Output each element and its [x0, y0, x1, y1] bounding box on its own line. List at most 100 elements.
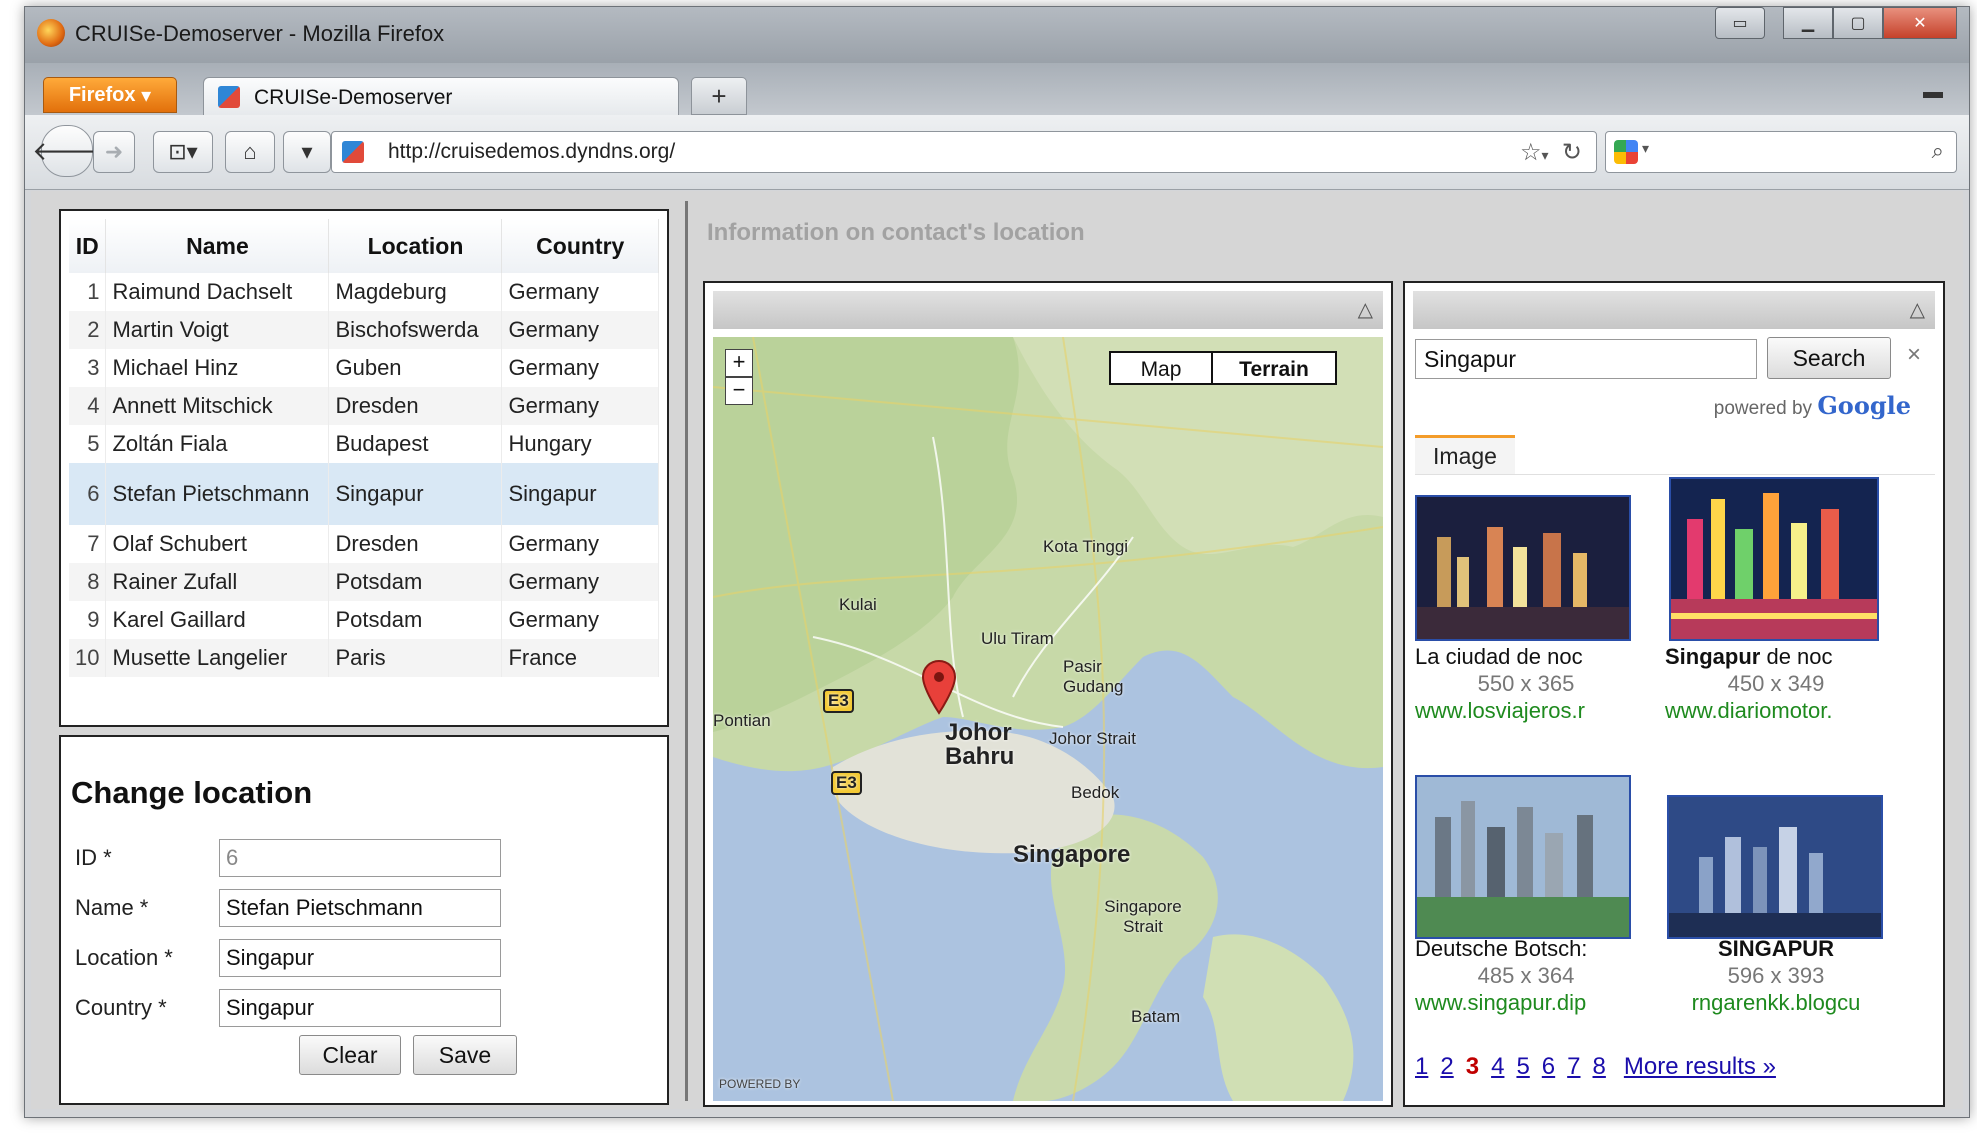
country-field[interactable]	[219, 989, 501, 1027]
table-row[interactable]: 4 Annett Mitschick Dresden Germany	[69, 387, 659, 425]
tab-image[interactable]: Image	[1415, 435, 1515, 474]
map-label-batam: Batam	[1131, 1007, 1181, 1026]
location-marker-icon[interactable]	[919, 659, 959, 715]
map-label-pontian: Pontian	[713, 711, 771, 730]
collapse-triangle-icon[interactable]: △	[1358, 297, 1373, 322]
firefox-menu-label: Firefox	[68, 83, 136, 106]
image-result-thumbnail[interactable]	[1415, 495, 1631, 641]
table-row[interactable]: 2 Martin Voigt Bischofswerda Germany	[69, 311, 659, 349]
result-url: www.diariomotor.	[1665, 698, 1833, 723]
new-tab-button[interactable]: +	[691, 77, 747, 115]
map-type-terrain-button[interactable]: Terrain	[1211, 351, 1337, 385]
tab-cruise-demoserver[interactable]: CRUISe-Demoserver	[203, 77, 679, 116]
url-text: http://cruisedemos.dyndns.org/	[388, 140, 676, 163]
clear-search-icon[interactable]: ×	[1907, 341, 1921, 369]
collapse-triangle-icon[interactable]: △	[1910, 297, 1925, 322]
cell-name: Martin Voigt	[105, 311, 330, 349]
table-row[interactable]: 9 Karel Gaillard Potsdam Germany	[69, 601, 659, 639]
url-bar[interactable]: http://cruisedemos.dyndns.org/ ☆▾ ↻	[331, 131, 1597, 173]
image-result[interactable]: Deutsche Botsch: 485 x 364 www.singapur.…	[1415, 935, 1637, 1016]
magnifier-icon[interactable]: ⌕	[1932, 138, 1944, 164]
url-history-dropdown-icon[interactable]: ▾	[1542, 147, 1549, 163]
map-type-map-button[interactable]: Map	[1109, 351, 1213, 385]
back-button[interactable]: 🡐	[32, 125, 102, 177]
site-identity-button[interactable]: ▾	[283, 131, 331, 173]
bookmark-star-icon[interactable]: ☆	[1520, 139, 1542, 166]
table-row[interactable]: 3 Michael Hinz Guben Germany	[69, 349, 659, 387]
map-label-singapore: Singapore	[1013, 841, 1131, 868]
window-extra-icon[interactable]: ▭	[1715, 7, 1765, 39]
table-row[interactable]: 7 Olaf Schubert Dresden Germany	[69, 525, 659, 563]
page-link[interactable]: 7	[1567, 1053, 1580, 1080]
column-header-id[interactable]: ID	[69, 219, 107, 273]
image-result[interactable]: Singapur de noc 450 x 349 www.diariomoto…	[1665, 643, 1887, 724]
image-result[interactable]: SINGAPUR 596 x 393 rngarenkk.blogcu	[1665, 935, 1887, 1016]
home-button[interactable]: ⌂	[225, 131, 275, 173]
powered-by-google: powered by Google	[1714, 391, 1911, 420]
map-powered-by: POWERED BY	[719, 1077, 801, 1091]
column-header-country[interactable]: Country	[501, 219, 659, 273]
info-title: Information on contact's location	[707, 219, 1085, 246]
column-header-name[interactable]: Name	[105, 219, 330, 273]
map-label-kulai: Kulai	[839, 595, 877, 614]
result-url: rngarenkk.blogcu	[1691, 990, 1861, 1015]
table-row-selected[interactable]: 6 Stefan Pietschmann Singapur Singapur	[69, 463, 659, 525]
cell-country: France	[501, 639, 659, 677]
page-link[interactable]: 5	[1516, 1053, 1529, 1080]
panel-divider[interactable]	[685, 201, 688, 1101]
navigation-toolbar: 🡐 ➜ ⊡▾ ⌂ ▾ http://cruisedemos.dyndns.org…	[25, 115, 1969, 190]
web-search-bar[interactable]: ▾ ⌕	[1605, 131, 1957, 173]
tab-list-icon[interactable]: ▬	[1923, 81, 1943, 104]
google-logo: Google	[1817, 391, 1911, 420]
home-icon: ⌂	[243, 139, 257, 164]
column-header-location[interactable]: Location	[328, 219, 503, 273]
firefox-menu-button[interactable]: Firefox ▾	[43, 77, 177, 113]
image-result-thumbnail[interactable]	[1415, 775, 1631, 939]
more-results-link[interactable]: More results »	[1624, 1053, 1776, 1080]
location-field[interactable]	[219, 939, 501, 977]
minimize-icon[interactable]: ▁	[1783, 7, 1833, 39]
image-search-button[interactable]: Search	[1767, 337, 1891, 379]
thumbnail-night-skyline	[1671, 479, 1877, 639]
reload-icon[interactable]: ↻	[1562, 139, 1582, 166]
page-link[interactable]: 6	[1542, 1053, 1555, 1080]
change-location-form: Change location ID * Name * Location * C…	[59, 735, 669, 1105]
search-engine-dropdown-icon[interactable]: ▾	[1642, 140, 1649, 157]
image-result[interactable]: La ciudad de noc 550 x 365 www.losviajer…	[1415, 643, 1637, 724]
table-row[interactable]: 8 Rainer Zufall Potsdam Germany	[69, 563, 659, 601]
cell-location: Magdeburg	[328, 273, 503, 311]
cell-location: Budapest	[328, 425, 503, 463]
save-button[interactable]: Save	[413, 1035, 517, 1075]
close-window-icon[interactable]: ✕	[1883, 7, 1957, 39]
cell-id: 2	[69, 311, 107, 349]
cell-location: Bischofswerda	[328, 311, 503, 349]
page-link[interactable]: 1	[1415, 1053, 1428, 1080]
cell-name: Michael Hinz	[105, 349, 330, 387]
result-pager: 1 2 3 4 5 6 7 8 More results »	[1415, 1053, 1776, 1081]
page-link[interactable]: 2	[1440, 1053, 1453, 1080]
result-size: 550 x 365	[1477, 671, 1575, 696]
image-search-input[interactable]	[1415, 339, 1757, 379]
highway-e3-shield: E3	[831, 771, 862, 795]
clear-button[interactable]: Clear	[299, 1035, 401, 1075]
table-row[interactable]: 1 Raimund Dachselt Magdeburg Germany	[69, 273, 659, 311]
zoom-out-button[interactable]: −	[725, 377, 753, 405]
table-row[interactable]: 5 Zoltán Fiala Budapest Hungary	[69, 425, 659, 463]
image-result-thumbnail[interactable]	[1667, 795, 1883, 939]
image-result-thumbnail[interactable]	[1669, 477, 1879, 641]
page-link[interactable]: 8	[1593, 1053, 1606, 1080]
zoom-in-button[interactable]: +	[725, 349, 753, 377]
page-link[interactable]: 4	[1491, 1053, 1504, 1080]
cell-country: Germany	[501, 387, 659, 425]
result-title-rest: de noc	[1760, 644, 1833, 669]
tab-bar: Firefox ▾ CRUISe-Demoserver + ▬	[25, 63, 1969, 116]
bookmarks-button[interactable]: ⊡▾	[153, 131, 213, 173]
map-view[interactable]: + − Map Terrain Kota Tinggi Kulai Ulu Ti…	[713, 337, 1383, 1101]
bookmark-star-icon: ⊡▾	[168, 139, 198, 164]
google-search-engine-icon[interactable]	[1614, 140, 1638, 164]
table-row[interactable]: 10 Musette Langelier Paris France	[69, 639, 659, 677]
name-field[interactable]	[219, 889, 501, 927]
forward-button[interactable]: ➜	[93, 131, 135, 173]
maximize-icon[interactable]: ▢	[1833, 7, 1883, 39]
current-page: 3	[1465, 1053, 1480, 1080]
